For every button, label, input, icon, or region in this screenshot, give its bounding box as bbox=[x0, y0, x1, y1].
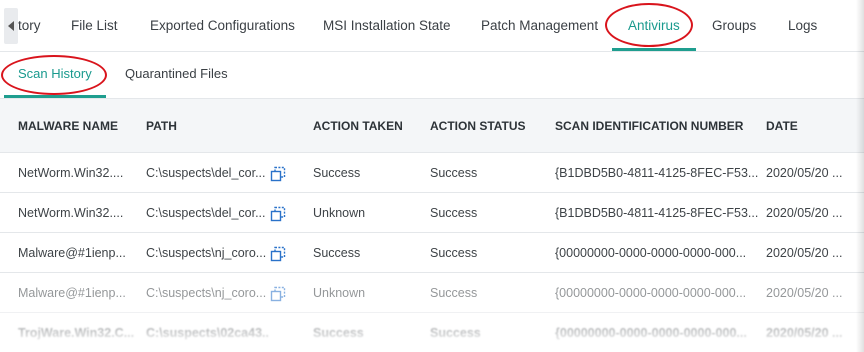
action-status-cell: Success bbox=[430, 206, 478, 220]
torn-edge-fade bbox=[0, 330, 864, 352]
tab-file-list[interactable]: File List bbox=[71, 0, 118, 52]
column-header-action-status[interactable]: ACTION STATUS bbox=[430, 99, 526, 153]
chevron-left-icon[interactable] bbox=[4, 8, 18, 44]
path-cell: C:\suspects\del_cor... bbox=[146, 206, 266, 220]
copy-path-icon[interactable] bbox=[270, 286, 286, 302]
table-header: MALWARE NAME PATH ACTION TAKEN ACTION ST… bbox=[0, 99, 864, 153]
tab-exported-configurations[interactable]: Exported Configurations bbox=[150, 0, 295, 52]
top-tab-bar: tory File List Exported Configurations M… bbox=[0, 0, 864, 52]
copy-path-icon[interactable] bbox=[270, 246, 286, 262]
path-cell: C:\suspects\del_cor... bbox=[146, 166, 266, 180]
column-header-scan-id[interactable]: SCAN IDENTIFICATION NUMBER bbox=[555, 99, 743, 153]
action-status-cell: Success bbox=[430, 166, 478, 180]
scan-id-cell: {B1DBD5B0-4811-4125-8FEC-F53... bbox=[555, 206, 759, 220]
action-taken-cell: Unknown bbox=[313, 206, 366, 220]
malware-name-cell: Malware@#1ienp... bbox=[18, 246, 126, 260]
path-cell: C:\suspects\nj_coro... bbox=[146, 286, 267, 300]
sub-tab-bar: Scan History Quarantined Files bbox=[0, 52, 864, 99]
subtab-scan-history-label: Scan History bbox=[18, 66, 92, 81]
scan-history-table: MALWARE NAME PATH ACTION TAKEN ACTION ST… bbox=[0, 99, 864, 352]
tab-logs[interactable]: Logs bbox=[788, 0, 817, 52]
column-header-action-taken[interactable]: ACTION TAKEN bbox=[313, 99, 403, 153]
active-tab-indicator bbox=[612, 48, 696, 51]
table-row[interactable]: Malware@#1ienp... C:\suspects\nj_coro...… bbox=[0, 273, 864, 313]
tab-antivirus-label: Antivirus bbox=[628, 18, 680, 33]
malware-name-cell: NetWorm.Win32.... bbox=[18, 206, 124, 220]
action-status-cell: Success bbox=[430, 286, 478, 300]
column-header-path[interactable]: PATH bbox=[146, 99, 177, 153]
scan-id-cell: {00000000-0000-0000-0000-000... bbox=[555, 286, 747, 300]
date-cell: 2020/05/20 ... bbox=[766, 246, 843, 260]
action-status-cell: Success bbox=[430, 246, 478, 260]
table-row[interactable]: Malware@#1ienp... C:\suspects\nj_coro...… bbox=[0, 233, 864, 273]
action-taken-cell: Success bbox=[313, 166, 361, 180]
tab-patch-management[interactable]: Patch Management bbox=[481, 0, 598, 52]
tab-history[interactable]: tory bbox=[18, 0, 41, 52]
malware-name-cell: NetWorm.Win32.... bbox=[18, 166, 124, 180]
scan-id-cell: {00000000-0000-0000-0000-000... bbox=[555, 246, 747, 260]
tab-antivirus[interactable]: Antivirus bbox=[612, 0, 696, 52]
subtab-scan-history[interactable]: Scan History bbox=[4, 52, 106, 98]
action-taken-cell: Unknown bbox=[313, 286, 366, 300]
column-header-malware-name[interactable]: MALWARE NAME bbox=[18, 99, 118, 153]
page-edge-shadow bbox=[856, 0, 864, 352]
action-taken-cell: Success bbox=[313, 246, 361, 260]
copy-path-icon[interactable] bbox=[270, 166, 286, 182]
table-row[interactable]: NetWorm.Win32.... C:\suspects\del_cor...… bbox=[0, 153, 864, 193]
malware-name-cell: Malware@#1ienp... bbox=[18, 286, 126, 300]
table-row[interactable]: NetWorm.Win32.... C:\suspects\del_cor...… bbox=[0, 193, 864, 233]
active-subtab-indicator bbox=[4, 95, 106, 98]
subtab-quarantined-files[interactable]: Quarantined Files bbox=[125, 52, 228, 98]
date-cell: 2020/05/20 ... bbox=[766, 286, 843, 300]
date-cell: 2020/05/20 ... bbox=[766, 166, 843, 180]
tab-msi-installation-state[interactable]: MSI Installation State bbox=[323, 0, 451, 52]
path-cell: C:\suspects\nj_coro... bbox=[146, 246, 267, 260]
date-cell: 2020/05/20 ... bbox=[766, 206, 843, 220]
tab-groups[interactable]: Groups bbox=[712, 0, 756, 52]
scan-id-cell: {B1DBD5B0-4811-4125-8FEC-F53... bbox=[555, 166, 759, 180]
column-header-date[interactable]: DATE bbox=[766, 99, 798, 153]
copy-path-icon[interactable] bbox=[270, 206, 286, 222]
